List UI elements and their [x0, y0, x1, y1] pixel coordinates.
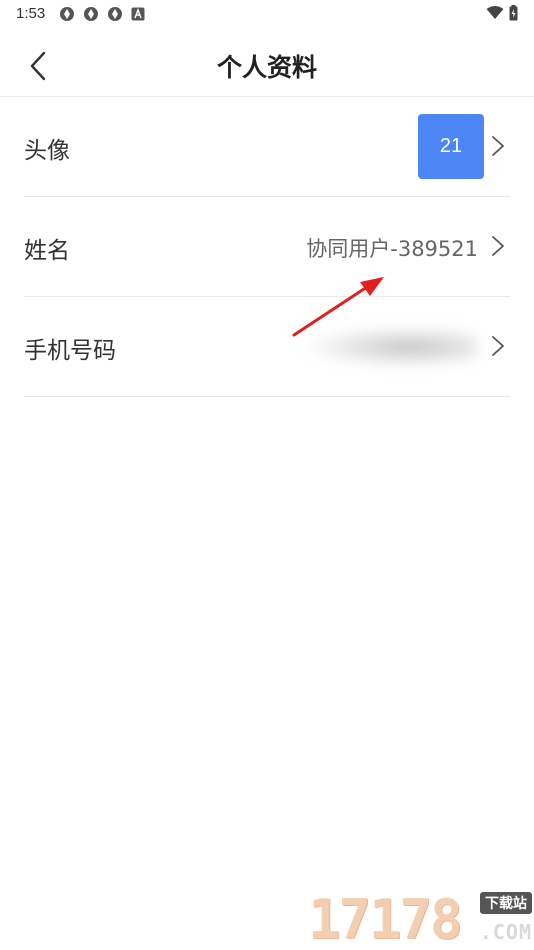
annotation-arrow-icon — [292, 277, 384, 337]
status-time: 1:53 — [16, 5, 46, 22]
avatar-row[interactable]: 头像 21 — [24, 97, 510, 197]
screen: 1:53 个人资料 头像 21 姓名 协同用户-389521 手机号码 1717… — [0, 0, 534, 950]
status-right-icons — [486, 5, 518, 21]
chevron-right-icon — [492, 336, 504, 356]
avatar[interactable]: 21 — [418, 114, 484, 179]
notification-icons — [59, 6, 145, 22]
page-title: 个人资料 — [216, 53, 317, 82]
phone-label: 手机号码 — [24, 338, 116, 364]
watermark-logo: 17178 下载站 .COM — [308, 884, 534, 950]
sync-icon — [84, 7, 98, 21]
name-label: 姓名 — [24, 238, 70, 264]
header: 个人资料 — [0, 30, 534, 97]
chevron-right-icon — [492, 136, 504, 156]
battery-icon — [509, 5, 518, 21]
sync-icon — [60, 7, 74, 21]
watermark-digits: 17178 — [308, 888, 463, 950]
watermark-suffix: .COM — [479, 920, 532, 944]
sync-icon — [108, 7, 122, 21]
chevron-right-icon — [492, 236, 504, 256]
keyboard-a-icon — [131, 7, 145, 21]
profile-list: 头像 21 姓名 协同用户-389521 手机号码 — [24, 97, 510, 397]
wifi-icon — [486, 6, 504, 19]
status-bar: 1:53 — [0, 0, 534, 28]
phone-row[interactable]: 手机号码 — [24, 297, 510, 397]
name-row[interactable]: 姓名 协同用户-389521 — [24, 197, 510, 297]
watermark-tag: 下载站 — [480, 892, 532, 914]
name-value: 协同用户-389521 — [306, 237, 478, 261]
avatar-label: 头像 — [24, 138, 70, 164]
